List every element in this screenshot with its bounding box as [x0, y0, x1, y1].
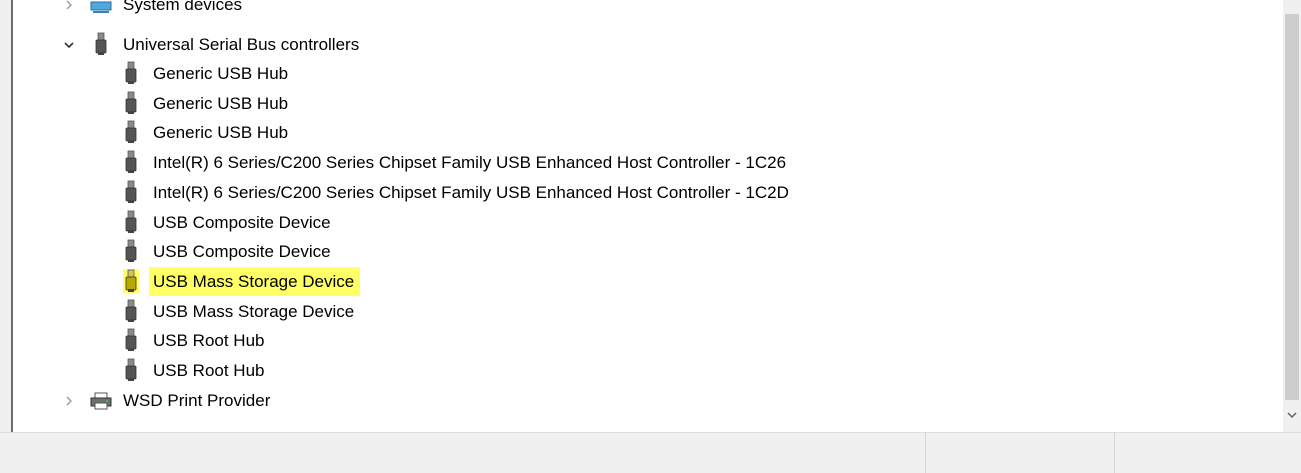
usb-device-label: USB Mass Storage Device	[149, 267, 361, 296]
scrollbar-thumb[interactable]	[1285, 14, 1299, 400]
usb-device-label: Intel(R) 6 Series/C200 Series Chipset Fa…	[153, 153, 787, 172]
usb-plug-icon	[123, 150, 139, 174]
usb-device-label: Generic USB Hub	[153, 123, 289, 142]
usb-plug-icon	[123, 61, 139, 85]
tree-node-label: WSD Print Provider	[123, 391, 271, 410]
chevron-down-icon[interactable]	[61, 37, 77, 53]
usb-device-label: Intel(R) 6 Series/C200 Series Chipset Fa…	[153, 183, 789, 202]
usb-plug-icon	[123, 269, 139, 293]
device-tree[interactable]: System devices Universal Serial Bus cont…	[13, 0, 1283, 432]
vertical-scrollbar[interactable]	[1283, 0, 1301, 432]
monitor-icon	[89, 0, 113, 16]
usb-plug-icon	[123, 210, 139, 234]
usb-device-label: USB Composite Device	[153, 242, 331, 261]
status-bar	[0, 432, 1301, 473]
chevron-right-icon[interactable]	[61, 393, 77, 409]
usb-plug-icon	[123, 120, 139, 144]
usb-plug-icon	[123, 358, 139, 382]
usb-plug-icon	[123, 299, 139, 323]
usb-device-label: Generic USB Hub	[153, 94, 289, 113]
usb-device-label: USB Mass Storage Device	[153, 302, 355, 321]
usb-plug-icon	[123, 91, 139, 115]
usb-plug-icon	[123, 180, 139, 204]
status-divider	[1114, 433, 1115, 473]
usb-plug-icon	[123, 239, 139, 263]
status-divider	[925, 433, 926, 473]
usb-plug-icon	[93, 32, 109, 56]
tree-node-label: Universal Serial Bus controllers	[123, 35, 360, 54]
usb-plug-icon	[123, 328, 139, 352]
usb-device-label: Generic USB Hub	[153, 64, 289, 83]
tree-node-label: System devices	[123, 0, 243, 14]
usb-device-label: USB Composite Device	[153, 213, 331, 232]
chevron-right-icon[interactable]	[61, 0, 77, 13]
usb-device-label: USB Root Hub	[153, 331, 265, 350]
printer-icon	[89, 390, 113, 412]
scroll-down-arrow-icon[interactable]	[1283, 405, 1301, 425]
usb-device-label: USB Root Hub	[153, 361, 265, 380]
